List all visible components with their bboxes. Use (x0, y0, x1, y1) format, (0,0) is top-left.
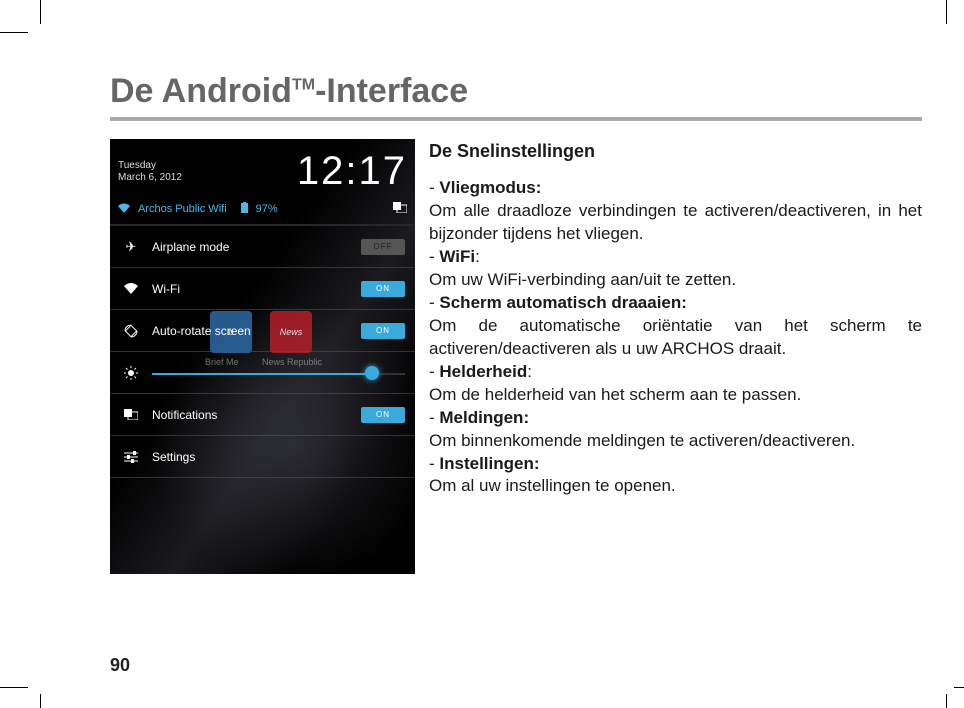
settings-shortcut-icon[interactable] (393, 202, 407, 216)
brightness-thumb[interactable] (365, 366, 379, 380)
desc-text: Om alle draadloze verbindingen te active… (429, 200, 922, 246)
wifi-icon (120, 283, 142, 294)
rotate-icon (120, 324, 142, 338)
title-suffix: -Interface (315, 72, 468, 110)
airplane-icon: ✈ (120, 239, 142, 255)
desc-text: Om de helderheid van het scherm aan te p… (429, 384, 922, 407)
desc-line: - WiFi: (429, 246, 922, 269)
toggle-airplane[interactable]: OFF (361, 239, 405, 255)
android-screenshot: b News Brief Me News Republic Tuesday Ma… (110, 139, 415, 574)
row-wifi[interactable]: Wi-Fi ON (110, 268, 415, 310)
wifi-icon (118, 203, 130, 216)
desc-line: - Scherm automatisch draaaien: (429, 292, 922, 315)
settings-icon (120, 451, 142, 463)
row-rotate[interactable]: Auto-rotate screen ON (110, 310, 415, 352)
title-tm: TM (292, 77, 315, 94)
wifi-name: Archos Public Wifi (138, 203, 227, 215)
brightness-fill (152, 373, 372, 375)
desc-text: Om de automatische oriëntatie van het sc… (429, 315, 922, 361)
notifications-icon (120, 409, 142, 420)
toggle-wifi[interactable]: ON (361, 281, 405, 297)
row-airplane[interactable]: ✈ Airplane mode OFF (110, 226, 415, 268)
status-date: Tuesday March 6, 2012 (118, 160, 182, 184)
desc-line: - Helderheid: (429, 361, 922, 384)
row-label: Airplane mode (142, 240, 361, 254)
toggle-notifications[interactable]: ON (361, 407, 405, 423)
desc-line: - Instellingen: (429, 453, 922, 476)
desc-line: - Vliegmodus: (429, 177, 922, 200)
title-rule (110, 117, 922, 121)
battery-level: 97% (256, 203, 278, 215)
battery-icon (241, 202, 248, 216)
row-label: Wi-Fi (142, 282, 361, 296)
description-column: De Snelinstellingen - Vliegmodus: Om all… (429, 139, 922, 574)
section-heading: De Snelinstellingen (429, 139, 922, 163)
row-brightness[interactable] (110, 352, 415, 394)
row-notifications[interactable]: Notifications ON (110, 394, 415, 436)
desc-text: Om al uw instellingen te openen. (429, 475, 922, 498)
row-label: Auto-rotate screen (142, 324, 361, 338)
toggle-rotate[interactable]: ON (361, 323, 405, 339)
page-number: 90 (110, 655, 130, 676)
brightness-icon (120, 366, 142, 380)
page-title: De AndroidTM-Interface (110, 72, 922, 111)
desc-text: Om binnenkomende meldingen te activeren/… (429, 430, 922, 453)
row-settings[interactable]: Settings (110, 436, 415, 478)
desc-line: - Meldingen: (429, 407, 922, 430)
row-label: Settings (142, 450, 405, 464)
desc-text: Om uw WiFi-verbinding aan/uit te zetten. (429, 269, 922, 292)
status-clock: 12:17 (297, 149, 407, 194)
row-label: Notifications (142, 408, 361, 422)
title-prefix: De Android (110, 72, 292, 110)
